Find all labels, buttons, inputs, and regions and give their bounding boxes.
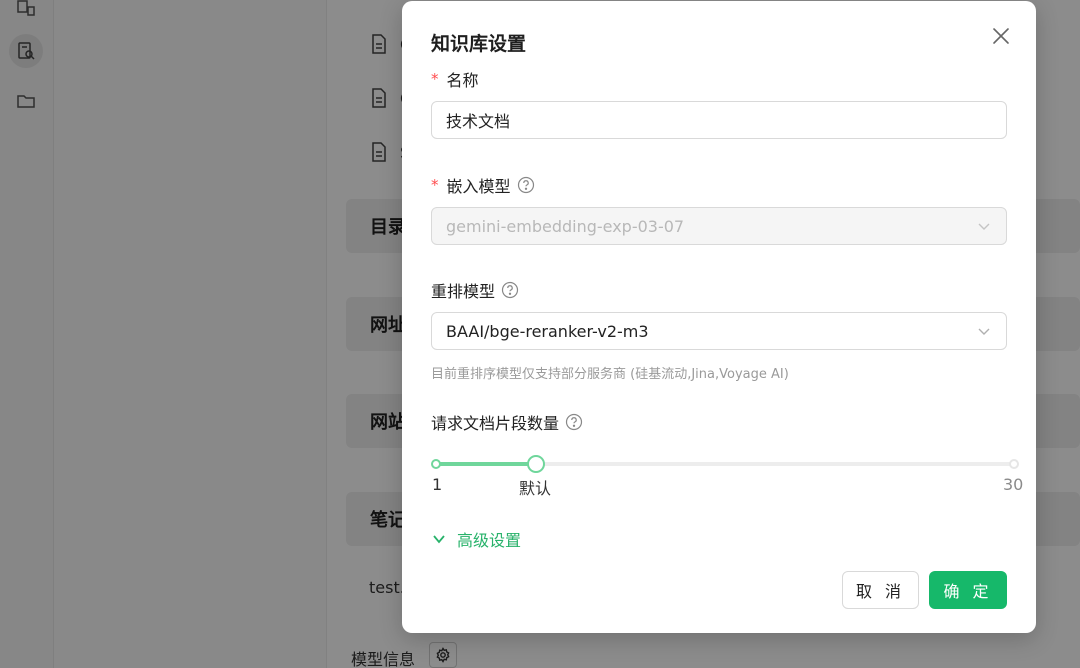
name-label: * 名称 xyxy=(431,67,479,91)
close-button[interactable] xyxy=(988,23,1014,49)
embedding-model-select[interactable]: gemini-embedding-exp-03-07 xyxy=(431,207,1007,245)
slider-mark-min[interactable] xyxy=(431,459,441,469)
dialog-title: 知识库设置 xyxy=(431,33,527,55)
rerank-model-select[interactable]: BAAI/bge-reranker-v2-m3 xyxy=(431,312,1007,350)
slider-mark-max[interactable] xyxy=(1009,459,1019,469)
chevron-down-icon xyxy=(978,223,990,230)
slider-track xyxy=(436,462,536,466)
close-icon xyxy=(993,28,1009,44)
rerank-model-value: BAAI/bge-reranker-v2-m3 xyxy=(446,321,649,341)
cancel-button[interactable]: 取 消 xyxy=(842,571,919,609)
advanced-settings-label: 高级设置 xyxy=(457,531,522,550)
slider-handle[interactable] xyxy=(526,455,545,473)
embedding-model-value: gemini-embedding-exp-03-07 xyxy=(446,216,685,236)
knowledge-settings-dialog: 知识库设置 * 名称 * 嵌入模型 gemini-embedding-exp-0… xyxy=(402,1,1036,633)
rerank-label-text: 重排模型 xyxy=(431,282,496,301)
help-icon[interactable] xyxy=(517,176,535,194)
required-mark: * xyxy=(431,176,439,194)
slider-max-label: 30 xyxy=(1003,475,1024,494)
embedding-label: * 嵌入模型 xyxy=(431,173,535,197)
chevron-down-icon xyxy=(433,535,445,544)
required-mark: * xyxy=(431,70,439,88)
ok-button[interactable]: 确 定 xyxy=(929,571,1007,609)
rerank-label: 重排模型 xyxy=(431,278,519,302)
name-input[interactable] xyxy=(431,101,1007,139)
help-icon[interactable] xyxy=(501,281,519,299)
name-label-text: 名称 xyxy=(446,71,479,90)
embedding-label-text: 嵌入模型 xyxy=(446,177,511,196)
chunk-count-slider[interactable] xyxy=(431,453,1019,475)
advanced-settings-toggle[interactable]: 高级设置 xyxy=(431,527,521,551)
rerank-hint: 目前重排序模型仅支持部分服务商 (硅基流动,Jina,Voyage AI) xyxy=(431,367,789,382)
chunk-count-label: 请求文档片段数量 xyxy=(431,410,583,434)
chunk-count-label-text: 请求文档片段数量 xyxy=(431,414,560,433)
slider-min-label: 1 xyxy=(432,475,443,494)
help-icon[interactable] xyxy=(565,413,583,431)
chevron-down-icon xyxy=(978,328,990,335)
slider-default-label: 默认 xyxy=(519,479,552,498)
